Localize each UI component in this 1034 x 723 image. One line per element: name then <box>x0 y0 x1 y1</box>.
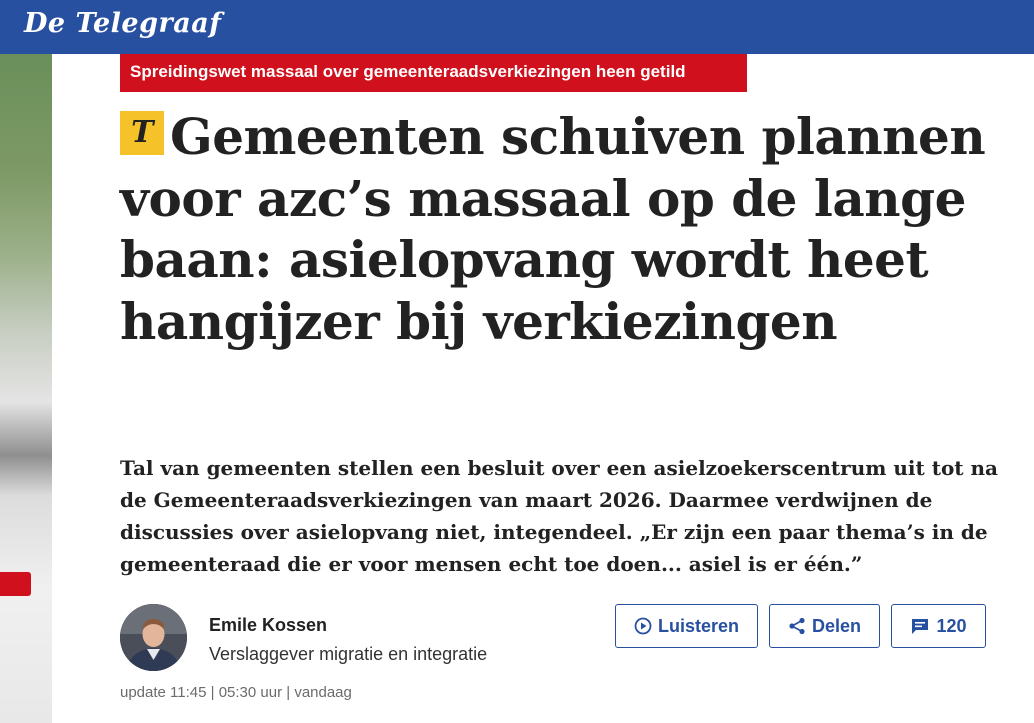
play-circle-icon <box>634 617 652 635</box>
share-icon <box>789 617 805 635</box>
article-headline: T Gemeenten schuiven plannen voor azc’s m… <box>120 106 1000 352</box>
article-kicker: Spreidingswet massaal over gemeenteraads… <box>120 54 747 92</box>
share-label: Delen <box>811 615 862 636</box>
author-role: Verslaggever migratie en integratie <box>209 644 488 664</box>
listen-button[interactable]: Luisteren <box>615 604 758 648</box>
listen-label: Luisteren <box>657 615 740 636</box>
comments-count: 120 <box>936 615 967 636</box>
article-timestamp: update 11:45 | 05:30 uur | vandaag <box>120 684 352 701</box>
article-intro: Tal van gemeenten stellen een besluit ov… <box>120 456 998 576</box>
author-name[interactable]: Emile Kossen <box>209 615 327 636</box>
comment-icon <box>912 619 929 634</box>
background-image-strip <box>0 54 52 723</box>
comments-button[interactable]: 120 <box>891 604 986 648</box>
headline-text: Gemeenten schuiven plannen voor azc’s ma… <box>120 107 986 351</box>
top-navigation-bar: De Telegraaf <box>0 0 1034 54</box>
avatar-photo <box>120 604 187 671</box>
author-avatar[interactable] <box>120 604 187 671</box>
share-button[interactable]: Delen <box>769 604 880 648</box>
site-logo[interactable]: De Telegraaf <box>24 8 221 39</box>
premium-badge-icon: T <box>120 111 164 155</box>
side-tab[interactable] <box>0 572 31 596</box>
